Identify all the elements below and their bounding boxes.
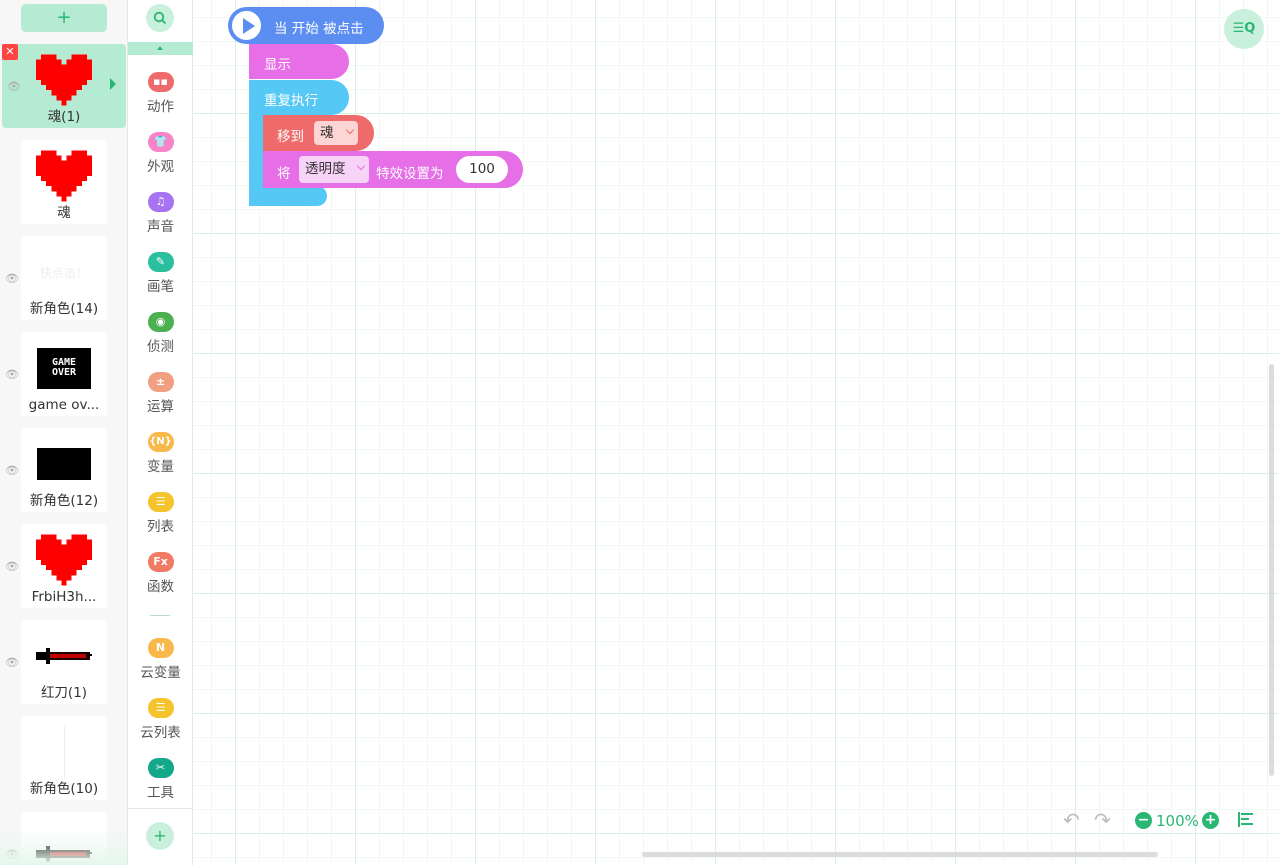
category-looks[interactable]: 👕 外观 xyxy=(128,132,193,184)
play-icon xyxy=(230,9,263,42)
sensing-icon: ◉ xyxy=(147,312,174,332)
sprite-name: 新角色(14) xyxy=(29,301,99,317)
cloud-list-icon: ☰ xyxy=(147,698,174,718)
show-block[interactable]: 显示 xyxy=(249,44,349,79)
list-icon: ☰ xyxy=(147,492,174,512)
pen-icon: ✎ xyxy=(147,252,174,272)
sprite-thumb xyxy=(36,436,92,492)
sprite-name: 新角色(10) xyxy=(29,781,99,797)
repeat-forever-block[interactable]: 重复执行 xyxy=(249,80,349,115)
sprite-item[interactable]: 👁 魂(1) xyxy=(2,44,126,128)
category-sound[interactable]: ♫ 声音 xyxy=(128,192,193,244)
vertical-scrollbar[interactable] xyxy=(1269,364,1274,776)
sprite-name: FrbiH3h... xyxy=(31,589,97,605)
when-start-clicked-block[interactable]: 当 开始 被点击 xyxy=(228,7,384,44)
category-sensing[interactable]: ◉ 侦测 xyxy=(128,312,193,364)
effect-dropdown[interactable]: 透明度 xyxy=(299,156,369,183)
block-search-button[interactable]: ☰Q xyxy=(1224,9,1264,49)
variable-icon: {N} xyxy=(147,432,174,452)
sprite-thumb xyxy=(36,532,92,588)
sprite-thumb: 快点击！ xyxy=(39,265,88,280)
category-operators[interactable]: ± 运算 xyxy=(128,372,193,424)
search-icon[interactable] xyxy=(146,4,174,32)
zoom-out-button[interactable]: − xyxy=(1135,812,1152,829)
repeat-forever-foot[interactable] xyxy=(249,186,327,206)
cloud-variable-icon: N xyxy=(147,638,174,658)
visibility-icon[interactable]: 👁 xyxy=(5,848,19,861)
sprite-item[interactable]: 快点击！ 新角色(14) xyxy=(21,236,107,320)
function-icon: Fx xyxy=(147,552,174,572)
code-workspace[interactable]: 当 开始 被点击 显示 重复执行 移到 魂 将 透明度 特效设置为 100 ☰Q xyxy=(194,0,1279,865)
sprite-item[interactable]: 魂 xyxy=(21,140,107,224)
palette-divider xyxy=(150,615,170,616)
visibility-icon[interactable]: 👁 xyxy=(5,272,19,285)
tools-icon: ✂ xyxy=(147,758,174,778)
sprite-name: 魂(1) xyxy=(47,109,81,125)
sprite-item[interactable]: 红刀(1) xyxy=(21,620,107,704)
sprite-name: 红刀(1) xyxy=(40,685,88,701)
move-target-dropdown[interactable]: 魂 xyxy=(314,121,358,145)
zoom-level: 100% xyxy=(1156,812,1199,830)
music-note-icon: ♫ xyxy=(147,192,174,212)
category-palette: ▪▪ 动作 👕 外观 ♫ 声音 ✎ 画笔 ◉ 侦测 ± 运算 {N} 变量 ☰ xyxy=(128,0,193,865)
chevron-down-icon xyxy=(356,161,366,171)
visibility-icon[interactable]: 👁 xyxy=(5,464,19,477)
repeat-forever-body[interactable] xyxy=(249,114,263,188)
arrange-blocks-icon[interactable] xyxy=(1238,812,1253,827)
category-pen[interactable]: ✎ 画笔 xyxy=(128,252,193,304)
zoom-in-button[interactable]: + xyxy=(1202,812,1219,829)
redo-icon[interactable]: ↷ xyxy=(1094,808,1111,832)
sprite-item[interactable]: GAME OVER game ov... xyxy=(21,332,107,416)
sprite-thumb xyxy=(36,826,92,865)
category-variables[interactable]: {N} 变量 xyxy=(128,432,193,484)
undo-icon[interactable]: ↶ xyxy=(1063,808,1080,832)
sprite-name: game ov... xyxy=(28,397,100,413)
category-cloud-variables[interactable]: N 云变量 xyxy=(128,638,193,690)
category-tools[interactable]: ✂ 工具 xyxy=(128,758,193,810)
operator-icon: ± xyxy=(147,372,174,392)
move-to-block[interactable]: 移到 魂 xyxy=(263,115,374,151)
sprite-item[interactable]: FrbiH3h... xyxy=(21,524,107,608)
sprite-thumb xyxy=(36,52,92,108)
effect-value-input[interactable]: 100 xyxy=(456,156,508,183)
set-effect-block[interactable]: 将 透明度 特效设置为 100 xyxy=(263,151,523,188)
sprite-panel: + ✕ 👁 魂(1) 魂 👁 快点击！ 新角色(14) 👁 GAME OVER … xyxy=(0,0,128,865)
visibility-icon[interactable]: 👁 xyxy=(5,656,19,669)
category-lists[interactable]: ☰ 列表 xyxy=(128,492,193,544)
scroll-up-button[interactable] xyxy=(128,42,193,55)
visibility-icon[interactable]: 👁 xyxy=(7,80,21,93)
sprite-thumb xyxy=(36,724,92,780)
sprite-item[interactable]: 新角色(10) xyxy=(21,716,107,800)
category-motion[interactable]: ▪▪ 动作 xyxy=(128,72,193,124)
sprite-arrow-icon xyxy=(110,78,116,90)
add-sprite-button[interactable]: + xyxy=(21,4,107,32)
chevron-down-icon xyxy=(345,125,355,135)
shirt-icon: 👕 xyxy=(147,132,174,152)
sprite-item[interactable]: 新角色(12) xyxy=(21,428,107,512)
horizontal-scrollbar[interactable] xyxy=(642,852,1158,857)
visibility-icon[interactable]: 👁 xyxy=(5,560,19,573)
sprite-item[interactable] xyxy=(21,812,107,865)
sprite-name: 魂 xyxy=(57,205,71,221)
category-functions[interactable]: Fx 函数 xyxy=(128,552,193,604)
motion-icon: ▪▪ xyxy=(147,72,174,92)
add-extension-button[interactable]: + xyxy=(146,822,174,850)
visibility-icon[interactable]: 👁 xyxy=(5,368,19,381)
sprite-thumb: GAME OVER xyxy=(36,340,92,396)
sprite-name: 新角色(12) xyxy=(29,493,99,509)
editor: + ✕ 👁 魂(1) 魂 👁 快点击！ 新角色(14) 👁 GAME OVER … xyxy=(0,0,1279,865)
sprite-thumb xyxy=(36,148,92,204)
sprite-thumb xyxy=(36,628,92,684)
delete-sprite-icon[interactable]: ✕ xyxy=(2,44,18,60)
category-cloud-lists[interactable]: ☰ 云列表 xyxy=(128,698,193,750)
